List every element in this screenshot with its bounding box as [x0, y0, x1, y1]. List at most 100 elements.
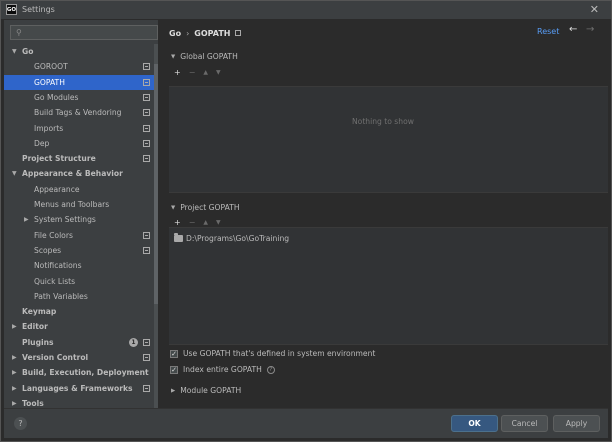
project-scope-icon [235, 30, 242, 36]
breadcrumb-separator: › [186, 28, 190, 38]
sidebar-item-label: Project Structure [22, 154, 96, 164]
index-entire-gopath-option[interactable]: ✓ Index entire GOPATH ? [170, 365, 275, 374]
project-scope-icon [143, 109, 150, 117]
sidebar-item-path-variables[interactable]: Path Variables [4, 289, 154, 304]
sidebar-item-label: Version Control [22, 353, 89, 362]
help-circle-icon[interactable]: ? [266, 365, 275, 374]
sidebar-item-go-modules[interactable]: Go Modules [4, 90, 154, 105]
project-scope-icon [143, 338, 150, 346]
global-gopath-list[interactable]: Nothing to show [169, 86, 608, 193]
expand-triangle-icon: ▶ [171, 387, 176, 394]
sidebar-item-menus-and-toolbars[interactable]: Menus and Toolbars [4, 197, 154, 212]
module-gopath-title: Module GOPATH [180, 386, 242, 395]
chevron-down-icon[interactable]: ▼ [12, 170, 17, 177]
chevron-right-icon[interactable]: ▶ [12, 369, 17, 376]
search-input[interactable]: ⚲ [10, 25, 158, 40]
chevron-right-icon[interactable]: ▶ [12, 385, 17, 392]
update-count-badge: 1 [129, 337, 138, 347]
project-gopath-title: Project GOPATH [180, 203, 240, 212]
sidebar-item-appearance[interactable]: Appearance [4, 182, 154, 197]
project-scope-icon [143, 63, 150, 71]
collapse-triangle-icon: ▼ [171, 53, 176, 60]
chevron-right-icon[interactable]: ▶ [12, 354, 17, 361]
module-gopath-header[interactable]: ▶ Module GOPATH [171, 386, 241, 395]
title-bar: GO Settings ✕ [0, 0, 612, 20]
chevron-right-icon[interactable]: ▶ [12, 400, 17, 407]
sidebar-item-imports[interactable]: Imports [4, 121, 154, 136]
sidebar-item-go[interactable]: ▼ Go [4, 44, 154, 59]
ok-button[interactable]: OK [451, 415, 498, 432]
chevron-right-icon[interactable]: ▶ [24, 216, 29, 223]
use-system-gopath-label: Use GOPATH that's defined in system envi… [183, 349, 376, 358]
goland-app-icon: GO [6, 4, 17, 15]
sidebar-item-label: Keymap [22, 307, 57, 317]
settings-sidebar: ⚲ ▼ Go GOROOT GOPATH Go Modules Build Tags & … [4, 20, 158, 408]
sidebar-item-editor[interactable]: ▶ Editor [4, 319, 154, 334]
project-gopath-path: D:\Programs\Go\GoTraining [186, 234, 290, 243]
project-gopath-toolbar: + − ▲ ▼ [174, 218, 229, 227]
sidebar-item-label: Editor [22, 322, 48, 332]
cancel-button[interactable]: Cancel [501, 415, 548, 432]
sidebar-item-build-tags-vendoring[interactable]: Build Tags & Vendoring [4, 105, 154, 120]
index-entire-gopath-label: Index entire GOPATH [183, 365, 262, 374]
project-scope-icon [143, 124, 150, 132]
sidebar-item-keymap[interactable]: Keymap [4, 304, 154, 319]
add-icon[interactable]: + [174, 68, 181, 77]
sidebar-item-label: Tools [22, 398, 44, 408]
back-arrow-icon[interactable]: ← [569, 24, 577, 35]
settings-content: Go › GOPATH Reset ← → ▼ Global GOPATH + … [158, 20, 608, 408]
forward-arrow-icon[interactable]: → [586, 24, 594, 35]
search-icon: ⚲ [16, 28, 22, 37]
sidebar-item-project-structure[interactable]: Project Structure [4, 151, 154, 166]
move-up-icon[interactable]: ▲ [203, 69, 208, 76]
sidebar-item-goroot[interactable]: GOROOT [4, 59, 154, 74]
global-gopath-title: Global GOPATH [180, 52, 238, 61]
project-gopath-list[interactable]: D:\Programs\Go\GoTraining [169, 227, 608, 345]
sidebar-item-label: System Settings [34, 215, 96, 225]
window-title: Settings [22, 5, 55, 14]
sidebar-item-label: Appearance [34, 184, 80, 194]
sidebar-item-quick-lists[interactable]: Quick Lists [4, 274, 154, 289]
sidebar-item-label: Path Variables [34, 291, 88, 301]
chevron-down-icon[interactable]: ▼ [12, 48, 17, 55]
move-up-icon[interactable]: ▲ [203, 219, 208, 226]
index-entire-gopath-checkbox[interactable]: ✓ [170, 365, 178, 374]
remove-icon[interactable]: − [189, 218, 196, 227]
sidebar-item-label: Go [22, 47, 34, 56]
use-system-gopath-checkbox[interactable]: ✓ [170, 349, 178, 358]
breadcrumb-parent[interactable]: Go [169, 29, 181, 38]
use-system-gopath-option[interactable]: ✓ Use GOPATH that's defined in system en… [170, 349, 375, 358]
move-down-icon[interactable]: ▼ [216, 69, 221, 76]
help-button[interactable]: ? [14, 417, 27, 430]
close-icon[interactable]: ✕ [590, 3, 599, 16]
sidebar-item-gopath[interactable]: GOPATH [4, 74, 154, 90]
sidebar-item-languages-frameworks[interactable]: ▶ Languages & Frameworks [4, 381, 154, 396]
sidebar-item-file-colors[interactable]: File Colors [4, 228, 154, 243]
remove-icon[interactable]: − [189, 68, 196, 77]
list-item[interactable]: D:\Programs\Go\GoTraining [174, 233, 290, 243]
global-gopath-header[interactable]: ▼ Global GOPATH [171, 52, 238, 61]
sidebar-item-dep[interactable]: Dep [4, 136, 154, 151]
sidebar-item-label: Quick Lists [34, 276, 76, 286]
project-scope-icon [143, 155, 150, 163]
sidebar-item-label: Scopes [34, 245, 62, 255]
sidebar-item-label: Notifications [34, 261, 82, 271]
project-gopath-header[interactable]: ▼ Project GOPATH [171, 203, 240, 212]
sidebar-item-version-control[interactable]: ▶ Version Control [4, 350, 154, 365]
dialog-footer: ? OK Cancel Apply [4, 408, 608, 438]
project-scope-icon [143, 354, 150, 361]
sidebar-item-plugins[interactable]: Plugins 1 [4, 335, 154, 350]
breadcrumb: Go › GOPATH [169, 27, 242, 39]
reset-link[interactable]: Reset [537, 27, 559, 36]
sidebar-item-system-settings[interactable]: ▶ System Settings [4, 212, 154, 227]
sidebar-item-appearance-behavior[interactable]: ▼ Appearance & Behavior [4, 166, 154, 181]
sidebar-item-notifications[interactable]: Notifications [4, 258, 154, 273]
sidebar-item-scopes[interactable]: Scopes [4, 243, 154, 258]
move-down-icon[interactable]: ▼ [216, 219, 221, 226]
sidebar-item-build-execution-deployment[interactable]: ▶ Build, Execution, Deployment [4, 365, 154, 380]
sidebar-item-label: Plugins [22, 337, 54, 347]
sidebar-item-label: File Colors [34, 230, 73, 240]
add-icon[interactable]: + [174, 218, 181, 227]
chevron-right-icon[interactable]: ▶ [12, 323, 17, 330]
apply-button[interactable]: Apply [553, 415, 600, 432]
